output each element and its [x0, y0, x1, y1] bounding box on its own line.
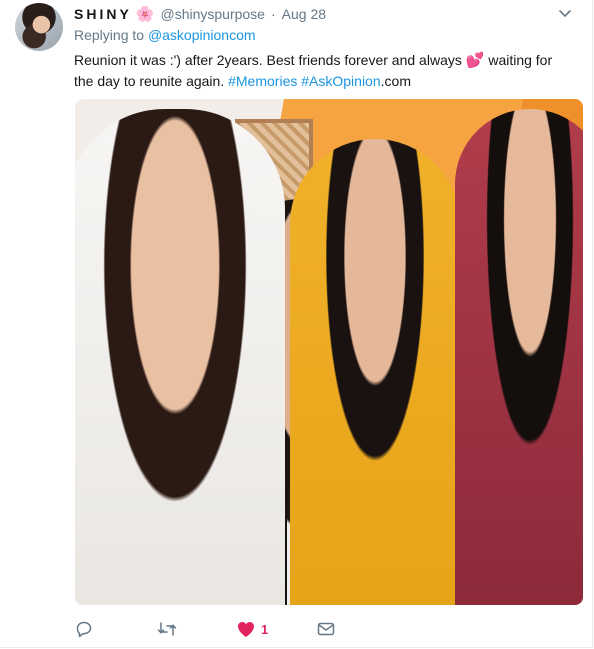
display-name[interactable]: SHINY [74, 6, 132, 22]
reply-icon [75, 620, 93, 638]
photo-person [290, 139, 460, 605]
reply-to-link[interactable]: @askopinioncom [148, 27, 256, 43]
two-hearts-emoji: 💕 [465, 52, 485, 69]
like-button[interactable]: 1 [237, 618, 268, 640]
replying-prefix: Replying to [74, 27, 145, 43]
avatar[interactable] [15, 3, 63, 51]
heart-icon [237, 621, 255, 638]
flower-emoji: 🌸 [135, 6, 155, 23]
like-count: 1 [261, 621, 269, 637]
tweet-photo[interactable] [75, 99, 583, 605]
separator-dot: · [270, 6, 276, 22]
photo-person [455, 109, 583, 605]
reply-button[interactable] [75, 618, 93, 640]
user-handle[interactable]: @shinyspurpose [160, 6, 265, 22]
retweet-button[interactable] [157, 618, 177, 640]
tweet-actions: 1 [75, 618, 375, 640]
chevron-down-icon[interactable] [558, 6, 572, 20]
envelope-icon [317, 621, 335, 637]
replying-to: Replying to @askopinioncom [74, 27, 256, 43]
tweet-header: SHINY 🌸 @shinyspurpose · Aug 28 [74, 4, 572, 24]
tweet-text-suffix: .com [380, 73, 411, 89]
tweet-date[interactable]: Aug 28 [282, 6, 326, 22]
hashtag-memories[interactable]: #Memories [228, 73, 297, 89]
direct-message-button[interactable] [317, 618, 335, 640]
retweet-icon [157, 620, 177, 638]
hashtag-askopinion[interactable]: #AskOpinion [301, 73, 380, 89]
tweet-text: Reunion it was :') after 2years. Best fr… [74, 50, 574, 92]
photo-person [75, 109, 285, 605]
tweet-text-part1: Reunion it was :') after 2years. Best fr… [74, 52, 466, 68]
tweet: SHINY 🌸 @shinyspurpose · Aug 28 Replying… [0, 0, 593, 648]
